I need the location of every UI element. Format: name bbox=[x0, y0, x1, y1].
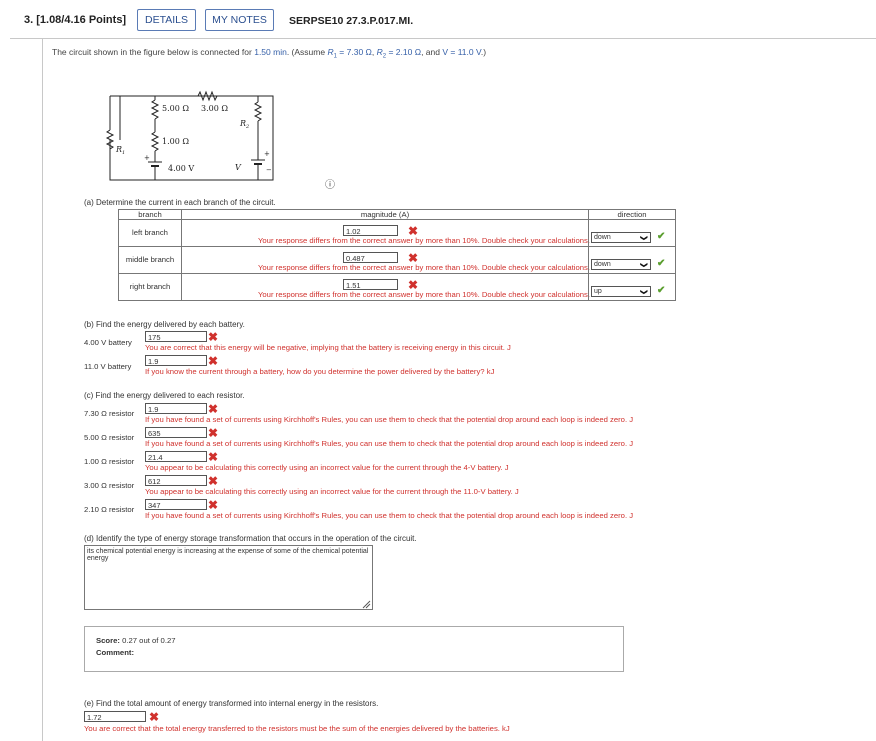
part-e-question: (e) Find the total amount of energy tran… bbox=[84, 699, 379, 708]
problem-prompt: The circuit shown in the figure below is… bbox=[52, 47, 486, 60]
my-notes-button[interactable]: MY NOTES bbox=[205, 9, 274, 31]
table-row-label: right branch bbox=[118, 273, 182, 301]
right-branch-direction-select[interactable]: up ❯ bbox=[591, 286, 651, 297]
middle-branch-magnitude-input[interactable]: 0.487 bbox=[343, 252, 398, 263]
table-row-label: left branch bbox=[118, 219, 182, 247]
r2-value: R2 = 2.10 Ω bbox=[376, 47, 422, 60]
plus-sign: + bbox=[264, 150, 270, 158]
circuit-figure: 5.00 Ω 3.00 Ω 1.00 Ω 4.00 V R1 R2 V + + … bbox=[105, 90, 274, 181]
energy-transformation-textarea[interactable] bbox=[84, 545, 373, 610]
info-icon[interactable]: ⓘ bbox=[325, 176, 335, 191]
resistor-300-energy-input[interactable]: 612 bbox=[145, 475, 207, 486]
part-a-table: branch magnitude (A) direction left bran… bbox=[118, 209, 676, 308]
answer-label: 5.00 Ω resistor bbox=[84, 433, 135, 442]
details-button[interactable]: DETAILS bbox=[137, 9, 196, 31]
answer-label: 2.10 Ω resistor bbox=[84, 505, 135, 514]
feedback-text: Your response differs from the correct a… bbox=[257, 236, 590, 245]
table-row: 1.51 ✖ Your response differs from the co… bbox=[181, 273, 590, 301]
answer-label: 7.30 Ω resistor bbox=[84, 409, 135, 418]
answer-label: 11.0 V battery bbox=[84, 362, 132, 371]
table-row: down ❯ ✔ bbox=[588, 246, 676, 274]
feedback-text: You appear to be calculating this correc… bbox=[145, 487, 519, 496]
feedback-text: If you have found a set of currents usin… bbox=[145, 415, 634, 424]
v-value: V = 11.0 V bbox=[442, 47, 481, 57]
right-branch-magnitude-input[interactable]: 1.51 bbox=[343, 279, 398, 290]
check-icon: ✔ bbox=[657, 285, 666, 296]
score-line: Score: 0.27 out of 0.27 bbox=[96, 636, 176, 645]
wrong-icon: ✖ bbox=[208, 450, 219, 464]
minus-sign: − bbox=[266, 166, 272, 174]
feedback-text: If you have found a set of currents usin… bbox=[145, 439, 634, 448]
table-row: down ❯ ✔ bbox=[588, 219, 676, 247]
header-divider bbox=[10, 38, 876, 39]
wrong-icon: ✖ bbox=[208, 498, 219, 512]
resistor-100-energy-input[interactable]: 21.4 bbox=[145, 451, 207, 462]
prompt-text: . (Assume bbox=[286, 47, 328, 57]
prompt-text: , and bbox=[421, 47, 443, 57]
feedback-text: If you know the current through a batter… bbox=[145, 367, 495, 376]
wrong-icon: ✖ bbox=[208, 354, 219, 368]
left-border bbox=[42, 39, 43, 741]
table-row: 0.487 ✖ Your response differs from the c… bbox=[181, 246, 590, 274]
feedback-text: Your response differs from the correct a… bbox=[257, 290, 590, 299]
feedback-text: You appear to be calculating this correc… bbox=[145, 463, 509, 472]
label-r1: R1 bbox=[115, 145, 125, 156]
prompt-text: The circuit shown in the figure below is… bbox=[52, 47, 255, 57]
check-icon: ✔ bbox=[657, 258, 666, 269]
feedback-text: If you have found a set of currents usin… bbox=[145, 511, 634, 520]
label-1ohm: 1.00 Ω bbox=[162, 137, 189, 146]
answer-label: 1.00 Ω resistor bbox=[84, 457, 135, 466]
feedback-text: Your response differs from the correct a… bbox=[257, 263, 590, 272]
resistor-500-energy-input[interactable]: 635 bbox=[145, 427, 207, 438]
battery-4v-energy-input[interactable]: 175 bbox=[145, 331, 207, 342]
middle-branch-direction-select[interactable]: down ❯ bbox=[591, 259, 651, 270]
feedback-text: You are correct that this energy will be… bbox=[145, 343, 511, 352]
left-branch-magnitude-input[interactable]: 1.02 bbox=[343, 225, 398, 236]
wrong-icon: ✖ bbox=[208, 426, 219, 440]
problem-id: SERPSE10 27.3.P.017.MI. bbox=[289, 15, 414, 27]
chevron-down-icon: ❯ bbox=[640, 262, 648, 268]
part-d-question: (d) Identify the type of energy storage … bbox=[84, 534, 417, 543]
part-a-question: (a) Determine the current in each branch… bbox=[84, 198, 276, 207]
left-branch-direction-select[interactable]: down ❯ bbox=[591, 232, 651, 243]
label-4v: 4.00 V bbox=[168, 164, 194, 173]
score-panel: Score: 0.27 out of 0.27 Comment: bbox=[84, 626, 624, 672]
r1-value: R1 = 7.30 Ω bbox=[327, 47, 372, 60]
part-c-question: (c) Find the energy delivered to each re… bbox=[84, 391, 245, 400]
label-5ohm: 5.00 Ω bbox=[162, 104, 189, 113]
plus-sign: + bbox=[144, 154, 150, 162]
prompt-text: .) bbox=[480, 47, 487, 57]
label-r2: R2 bbox=[239, 119, 249, 130]
resistor-210-energy-input[interactable]: 347 bbox=[145, 499, 207, 510]
wrong-icon: ✖ bbox=[208, 474, 219, 488]
check-icon: ✔ bbox=[657, 231, 666, 242]
chevron-down-icon: ❯ bbox=[640, 289, 648, 295]
wrong-icon: ✖ bbox=[208, 402, 219, 416]
label-v: V bbox=[235, 163, 242, 172]
resize-handle-icon[interactable] bbox=[362, 600, 371, 609]
table-row: up ❯ ✔ bbox=[588, 273, 676, 301]
answer-label: 4.00 V battery bbox=[84, 338, 132, 347]
wrong-icon: ✖ bbox=[208, 330, 219, 344]
part-b-question: (b) Find the energy delivered by each ba… bbox=[84, 320, 245, 329]
battery-11v-energy-input[interactable]: 1.9 bbox=[145, 355, 207, 366]
label-3ohm: 3.00 Ω bbox=[201, 104, 228, 113]
time-value: 1.50 min bbox=[254, 47, 287, 57]
table-row-label: middle branch bbox=[118, 246, 182, 274]
table-row: 1.02 ✖ Your response differs from the co… bbox=[181, 219, 590, 247]
feedback-text: You are correct that the total energy tr… bbox=[84, 724, 510, 733]
chevron-down-icon: ❯ bbox=[640, 235, 648, 241]
resistor-730-energy-input[interactable]: 1.9 bbox=[145, 403, 207, 414]
question-number: 3. [1.08/4.16 Points] bbox=[24, 14, 127, 26]
internal-energy-input[interactable]: 1.72 bbox=[84, 711, 146, 722]
wrong-icon: ✖ bbox=[149, 710, 160, 724]
answer-label: 3.00 Ω resistor bbox=[84, 481, 135, 490]
comment-label: Comment: bbox=[96, 648, 135, 657]
